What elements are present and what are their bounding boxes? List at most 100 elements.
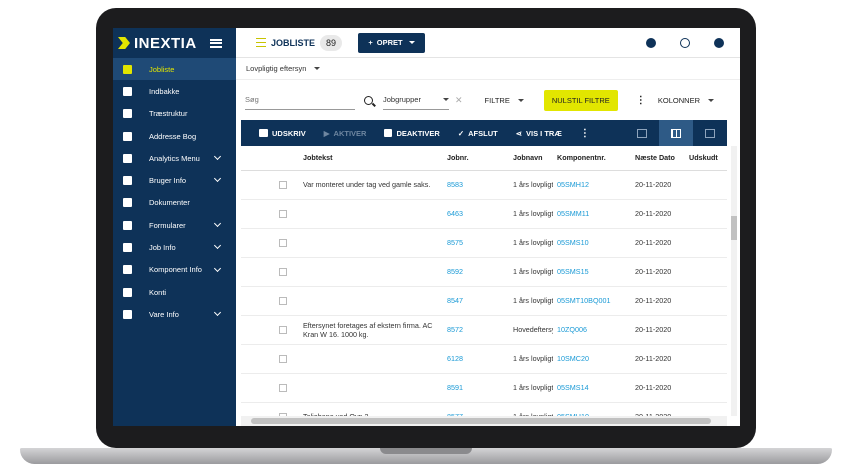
table-row[interactable]: 6128 1 års lovpligt 10SMC20 20-11-2020	[241, 344, 727, 374]
finish-button[interactable]: ✓ AFSLUT	[458, 129, 498, 138]
chevron-down-icon[interactable]	[213, 175, 222, 183]
table-row[interactable]: 8575 1 års lovpligt 05SMS10 20-11-2020	[241, 228, 727, 258]
table-row[interactable]: 8592 1 års lovpligt 05SMS15 20-11-2020	[241, 257, 727, 287]
search-icon[interactable]	[364, 95, 373, 105]
row-checkbox[interactable]	[279, 209, 287, 218]
sidebar-item-vare-info[interactable]: Vare Info	[113, 303, 236, 325]
sidebar-item-label: Formularer	[149, 220, 186, 230]
cell-jobtext: Eftersynet foretages af ekstern firma. A…	[299, 315, 443, 345]
row-checkbox[interactable]	[279, 354, 287, 363]
chevron-down-icon[interactable]	[213, 309, 222, 317]
table-row[interactable]: 8591 1 års lovpligt 05SMS14 20-11-2020	[241, 373, 727, 403]
cell-jobtext	[299, 373, 443, 403]
column-header-jobnr[interactable]: Jobnr.	[443, 146, 509, 171]
table-row[interactable]: Taliebane ved Ovn 285771 års lovpligt05S…	[241, 402, 727, 416]
cell-component[interactable]: 05SMS14	[553, 373, 631, 403]
cell-jobnr[interactable]: 6128	[443, 344, 509, 374]
cell-jobnr[interactable]: 8547	[443, 286, 509, 316]
table-row[interactable]: 6463 1 års lovpligt 05SMM11 20-11-2020	[241, 199, 727, 229]
sidebar-item-icon	[123, 243, 132, 253]
row-checkbox[interactable]	[279, 180, 287, 189]
finish-label: AFSLUT	[468, 128, 498, 138]
sidebar-item-analytics-menu[interactable]: Analytics Menu	[113, 147, 236, 169]
cell-jobnr[interactable]: 6463	[443, 199, 509, 229]
gear-icon[interactable]	[646, 37, 656, 48]
cell-jobnr[interactable]: 8577	[443, 402, 509, 416]
cell-jobnr[interactable]: 8572	[443, 315, 509, 345]
sidebar-item-konti[interactable]: Konti	[113, 281, 236, 303]
vertical-scrollbar[interactable]	[731, 146, 737, 416]
table-view-button[interactable]	[659, 120, 693, 146]
row-checkbox[interactable]	[279, 267, 287, 276]
cell-component[interactable]: 05SMM11	[553, 199, 631, 229]
deactivate-button[interactable]: DEAKTIVER	[384, 129, 440, 138]
activate-button[interactable]: ▶ AKTIVER	[324, 129, 367, 138]
cell-component[interactable]: 10SMC20	[553, 344, 631, 374]
cell-jobname: 1 års lovpligt	[509, 373, 553, 403]
card-view-icon	[637, 128, 647, 138]
create-button[interactable]: + OPRET	[358, 32, 426, 53]
sidebar-item-jobliste[interactable]: Jobliste	[113, 58, 236, 81]
calendar-view-button[interactable]	[693, 120, 727, 146]
columns-dropdown[interactable]: KOLONNER	[658, 96, 714, 105]
column-header-next-date[interactable]: Næste Dato	[631, 146, 685, 171]
cell-jobnr[interactable]: 8591	[443, 373, 509, 403]
column-header-jobname[interactable]: Jobnavn	[509, 146, 553, 171]
sidebar-item-bruger-info[interactable]: Bruger Info	[113, 169, 236, 191]
preset-filter-dropdown[interactable]: Lovpligtig eftersyn	[236, 58, 740, 80]
table-row[interactable]: Var monteret under tag ved gamle saks. 85…	[241, 170, 727, 200]
row-checkbox[interactable]	[279, 383, 287, 392]
table-row[interactable]: Eftersynet foretages af ekstern firma. A…	[241, 315, 727, 345]
cell-component[interactable]: 05SMT10BQ001	[553, 286, 631, 316]
table-row[interactable]: 8547 1 års lovpligt 05SMT10BQ001 20-11-2020	[241, 286, 727, 316]
sidebar-item-icon	[123, 265, 132, 275]
cell-jobname: 1 års lovpligt	[509, 286, 553, 316]
cell-jobnr[interactable]: 8575	[443, 228, 509, 258]
sidebar-item-label: Bruger Info	[149, 176, 187, 186]
cell-component[interactable]: 05SMS10	[553, 228, 631, 258]
row-checkbox[interactable]	[279, 238, 287, 247]
card-view-button[interactable]	[625, 120, 659, 146]
help-icon[interactable]	[680, 37, 690, 48]
chevron-down-icon[interactable]	[213, 242, 222, 250]
chevron-down-icon[interactable]	[213, 220, 222, 228]
print-button[interactable]: UDSKRIV	[259, 129, 306, 138]
chevron-down-icon[interactable]	[213, 264, 222, 272]
show-tree-button[interactable]: ⋖ VIS I TRÆ	[516, 129, 562, 138]
column-header-postponed[interactable]: Udskudt	[685, 146, 727, 171]
more-vert-icon[interactable]: ⋮	[580, 128, 590, 139]
cell-jobnr[interactable]: 8583	[443, 170, 509, 200]
sidebar-item-træstruktur[interactable]: Træstruktur	[113, 103, 236, 125]
cell-next-date: 20-11-2020	[631, 344, 685, 374]
cell-jobnr[interactable]: 8592	[443, 257, 509, 287]
user-icon[interactable]	[714, 37, 724, 48]
row-checkbox[interactable]	[279, 325, 287, 334]
cell-component[interactable]: 10ZQ006	[553, 315, 631, 345]
horizontal-scrollbar[interactable]	[241, 416, 727, 426]
chevron-down-icon[interactable]	[213, 153, 222, 161]
table-body: Var monteret under tag ved gamle saks. 85…	[241, 170, 727, 416]
sidebar-item-komponent-info[interactable]: Komponent Info	[113, 259, 236, 281]
reset-filters-button[interactable]: NULSTIL FILTRE	[543, 89, 618, 111]
activate-label: AKTIVER	[333, 128, 367, 138]
vertical-scroll-thumb[interactable]	[731, 216, 737, 240]
more-vert-icon[interactable]: ⋮	[636, 95, 646, 106]
cell-component[interactable]: 05SMH10	[553, 402, 631, 416]
sidebar-item-job-info[interactable]: Job Info	[113, 236, 236, 258]
sidebar-item-dokumenter[interactable]: Dokumenter	[113, 192, 236, 214]
cell-component[interactable]: 05SMH12	[553, 170, 631, 200]
sidebar-item-addresse-bog[interactable]: Addresse Bog	[113, 125, 236, 147]
column-header-component[interactable]: Komponentnr.	[553, 146, 631, 171]
clear-icon[interactable]: ✕	[455, 95, 463, 106]
filters-dropdown[interactable]: FILTRE	[485, 96, 524, 105]
sidebar-item-indbakke[interactable]: Indbakke	[113, 80, 236, 102]
horizontal-scroll-thumb[interactable]	[251, 418, 711, 424]
row-checkbox[interactable]	[279, 296, 287, 305]
hamburger-menu-icon[interactable]	[210, 38, 222, 48]
cell-postponed	[685, 228, 727, 258]
sidebar-item-formularer[interactable]: Formularer	[113, 214, 236, 236]
cell-component[interactable]: 05SMS15	[553, 257, 631, 287]
job-group-select[interactable]: Jobgrupper	[383, 90, 449, 110]
search-input[interactable]	[245, 90, 355, 110]
column-header-jobtext[interactable]: Jobtekst	[299, 146, 443, 171]
